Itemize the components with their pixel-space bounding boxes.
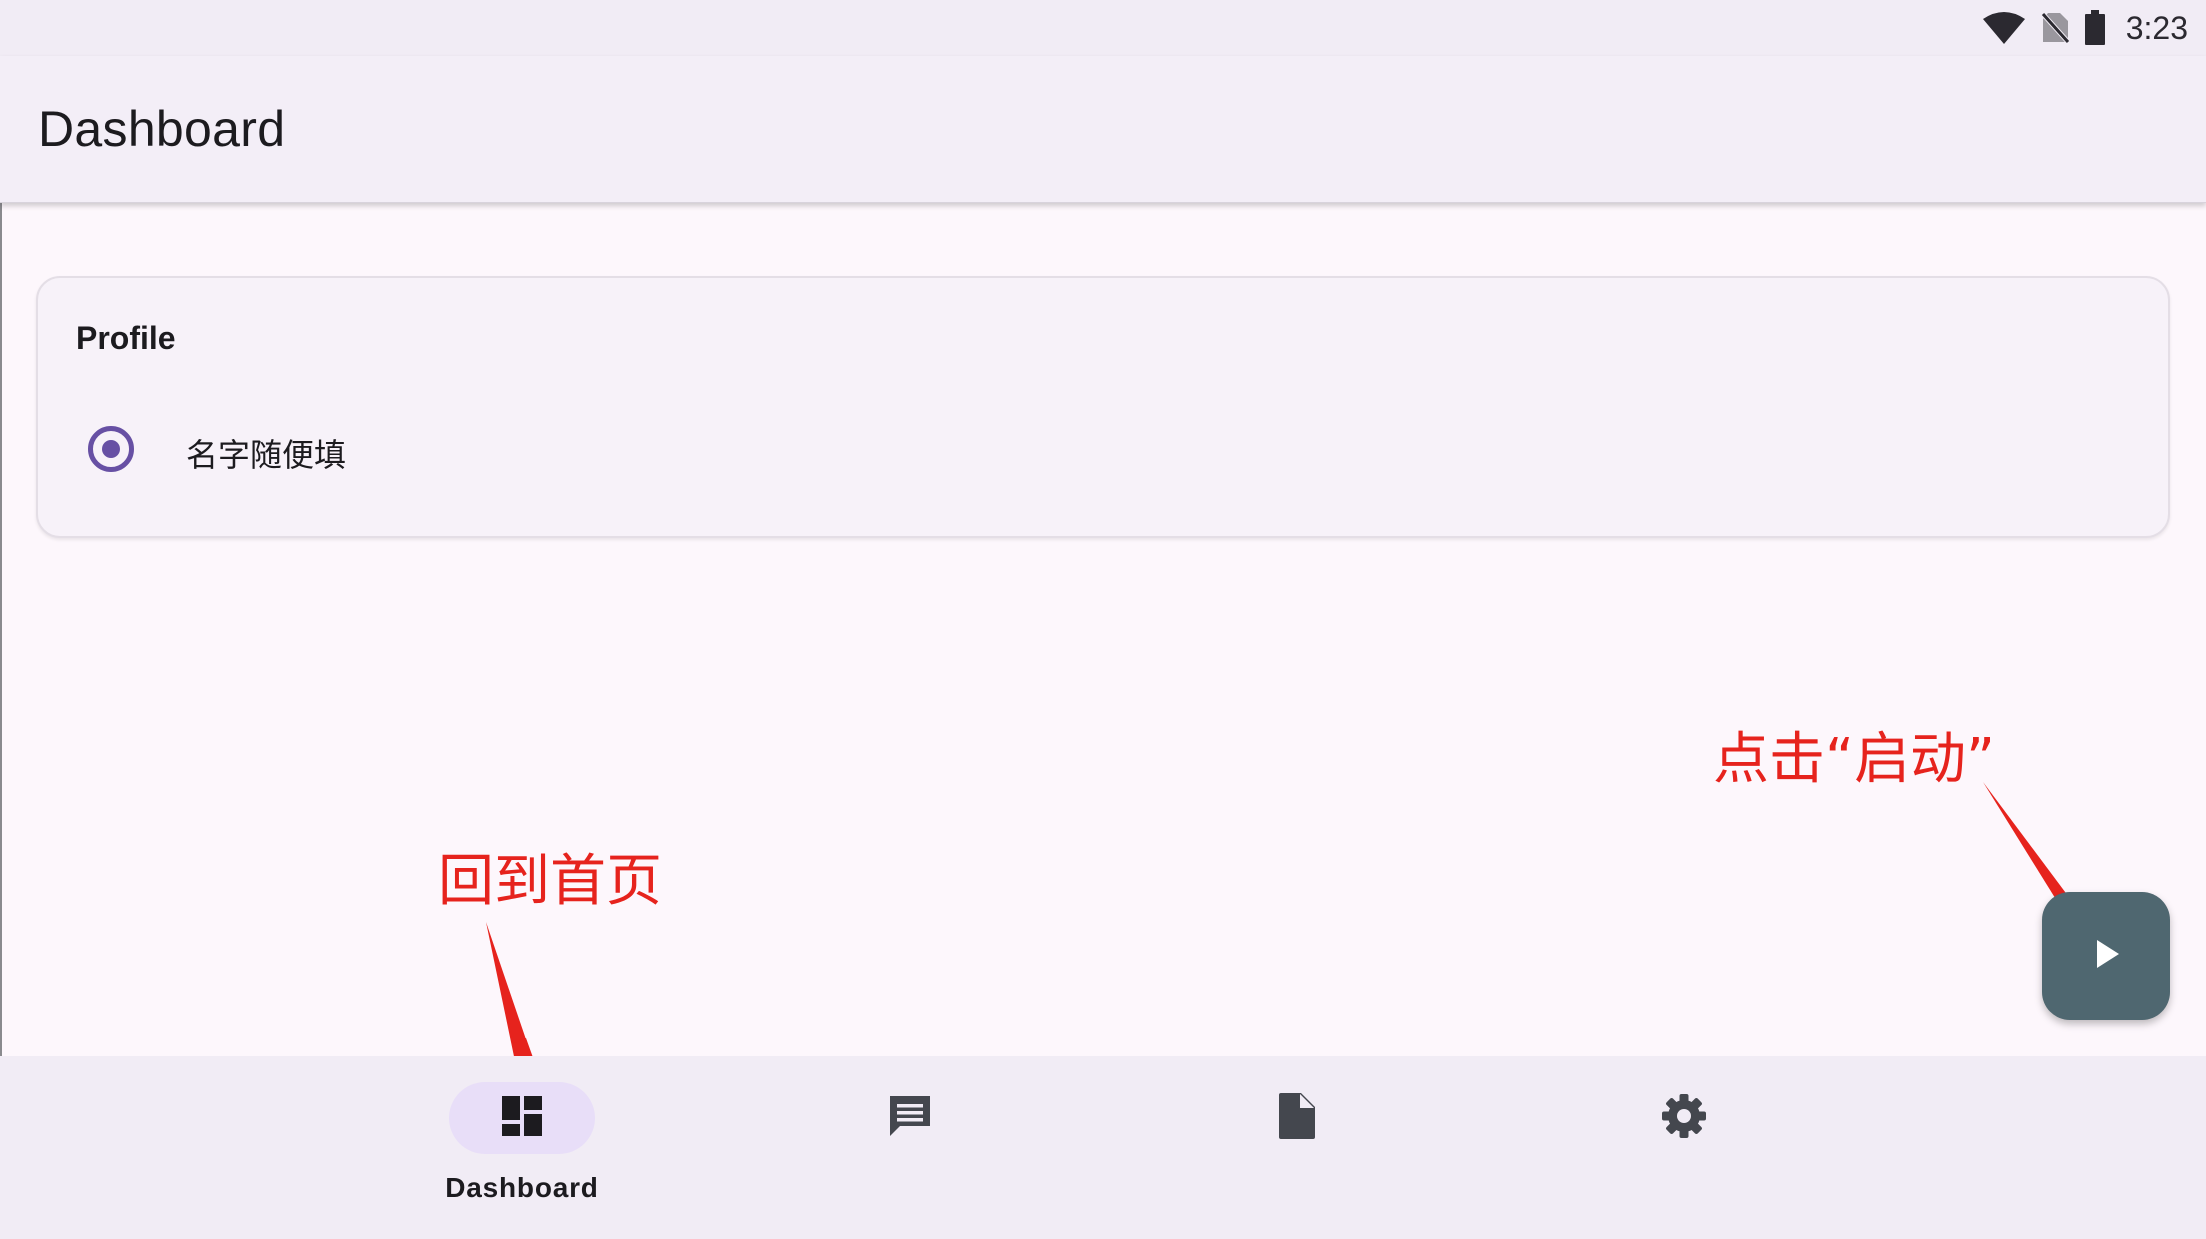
- nav-item-settings[interactable]: [1574, 1082, 1794, 1212]
- home-annotation-arrow: [486, 922, 536, 1066]
- nav-active-indicator: [449, 1082, 595, 1154]
- nav-item-messages[interactable]: [800, 1082, 1020, 1212]
- nav-item-documents[interactable]: [1187, 1082, 1407, 1212]
- nav-indicator: [1224, 1082, 1370, 1154]
- nav-item-dashboard[interactable]: Dashboard: [412, 1082, 632, 1212]
- dashboard-icon: [500, 1094, 544, 1143]
- nav-indicator: [837, 1082, 983, 1154]
- bottom-navigation-bar: Dashboard: [0, 1056, 2206, 1239]
- message-icon: [886, 1092, 934, 1145]
- settings-icon: [1660, 1092, 1708, 1145]
- document-icon: [1275, 1091, 1319, 1146]
- annotation-arrows: [486, 782, 2088, 1066]
- start-fab-button[interactable]: [2042, 892, 2170, 1020]
- nav-indicator: [1611, 1082, 1757, 1154]
- nav-label-dashboard: Dashboard: [445, 1172, 599, 1203]
- play-icon: [2089, 936, 2123, 977]
